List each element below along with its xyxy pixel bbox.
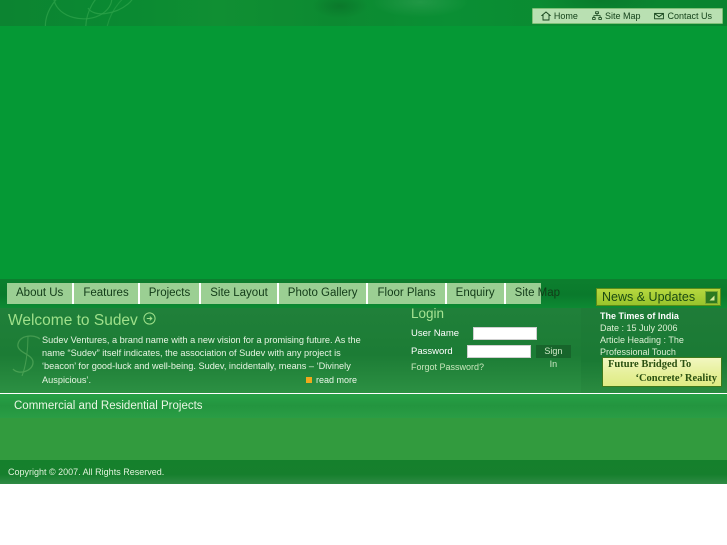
tab-site-layout[interactable]: Site Layout — [201, 283, 279, 304]
news-body: The Times of India Date : 15 July 2006 A… — [596, 310, 727, 358]
sign-in-button[interactable]: Sign In — [535, 345, 571, 369]
news-updates-panel: News & Updates The Times of India Date :… — [596, 288, 727, 396]
forgot-password-link[interactable]: Forgot Password? — [411, 362, 571, 372]
tab-floor-plans[interactable]: Floor Plans — [368, 283, 447, 304]
main-nav-tabs[interactable]: About Us Features Projects Site Layout P… — [7, 283, 560, 304]
news-panel-title: News & Updates — [602, 289, 696, 304]
ad-line-1: Future Bridged To — [608, 359, 692, 370]
tab-site-map[interactable]: Site Map — [506, 283, 569, 304]
password-input[interactable] — [466, 345, 531, 358]
tab-projects[interactable]: Projects — [140, 283, 202, 304]
tab-features[interactable]: Features — [74, 283, 140, 304]
top-nav-item-contact[interactable]: Contact Us — [654, 11, 712, 22]
password-row: Password Sign In — [411, 345, 571, 369]
password-label: Password — [411, 345, 453, 357]
envelope-icon — [654, 11, 665, 21]
ad-line-2: ‘Concrete’ Reality — [635, 373, 717, 384]
tab-enquiry[interactable]: Enquiry — [447, 283, 506, 304]
tab-photo-gallery[interactable]: Photo Gallery — [279, 283, 369, 304]
hero-banner-area — [0, 26, 727, 279]
top-nav-item-sitemap[interactable]: Site Map — [592, 10, 641, 22]
tab-label: Projects — [148, 287, 191, 299]
username-label: User Name — [411, 327, 460, 339]
projects-tagline: Commercial and Residential Projects — [14, 400, 203, 412]
projects-tagline-bar: Commercial and Residential Projects — [0, 394, 727, 418]
decorative-swirl-logo — [44, 0, 133, 26]
read-more-link[interactable]: read more — [306, 375, 357, 385]
username-row: User Name — [411, 327, 571, 340]
copyright-text: Copyright © 2007. All Rights Reserved. — [8, 467, 165, 477]
news-date: Date : 15 July 2006 — [600, 323, 678, 333]
news-advertisement[interactable]: Future Bridged To ‘Concrete’ Reality — [602, 357, 722, 387]
tab-label: Enquiry — [455, 287, 495, 299]
tab-label: About Us — [16, 287, 64, 299]
top-nav-item-home[interactable]: Home — [540, 10, 578, 22]
circle-arrow-right-icon[interactable] — [143, 312, 156, 330]
tab-label: Site Layout — [210, 287, 268, 299]
news-heading-line-1: Article Heading : The — [600, 335, 684, 345]
tab-label: Site Map — [514, 287, 561, 299]
top-nav-label-home: Home — [553, 10, 578, 21]
username-input[interactable] — [473, 327, 537, 340]
top-nav-label-contact: Contact Us — [667, 10, 712, 21]
lower-green-area — [0, 418, 727, 460]
page-root: Home Site Map Contact Us About Us Featur… — [0, 0, 727, 545]
top-utility-nav[interactable]: Home Site Map Contact Us — [531, 8, 723, 24]
top-nav-label-sitemap: Site Map — [604, 10, 641, 21]
news-panel-header: News & Updates — [596, 288, 721, 306]
login-form: Login User Name Password Sign In Forgot … — [411, 306, 571, 386]
tab-label: Features — [83, 287, 129, 299]
tab-label: Photo Gallery — [287, 287, 358, 299]
login-title: Login — [411, 306, 445, 321]
collapse-arrow-icon[interactable] — [705, 291, 718, 304]
welcome-heading-group: Welcome to Sudev — [8, 312, 156, 330]
tab-label: Floor Plans — [377, 287, 436, 299]
footer-bar: Copyright © 2007. All Rights Reserved. — [0, 460, 727, 484]
page-base-whitespace — [0, 484, 727, 545]
sitemap-icon — [592, 11, 602, 21]
header-banner: Home Site Map Contact Us — [0, 0, 727, 26]
home-icon — [540, 11, 552, 21]
read-more-label: read more — [316, 375, 358, 385]
tab-about-us[interactable]: About Us — [7, 283, 75, 304]
news-source: The Times of India — [600, 311, 679, 321]
page-title: Welcome to Sudev — [8, 312, 138, 329]
bullet-square-icon — [306, 377, 312, 383]
